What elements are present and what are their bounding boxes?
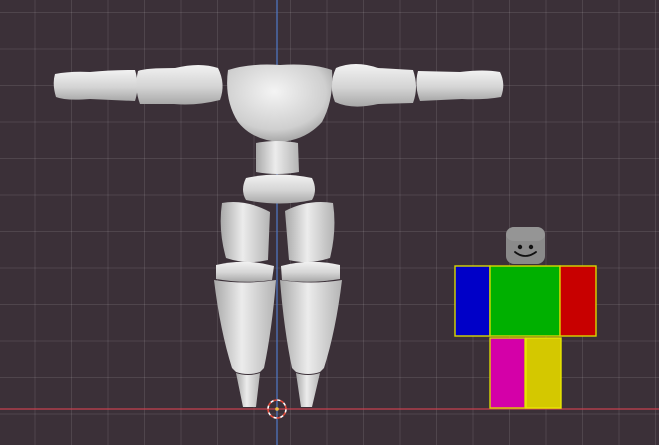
avatar-right-arm[interactable] bbox=[559, 265, 597, 337]
roblox-avatar[interactable] bbox=[454, 227, 597, 409]
left-forearm[interactable] bbox=[53, 70, 138, 101]
mannequin[interactable] bbox=[53, 64, 504, 407]
right-foot bbox=[296, 373, 320, 407]
avatar-right-leg[interactable] bbox=[525, 337, 562, 409]
left-thigh[interactable] bbox=[220, 202, 270, 263]
left-shin[interactable] bbox=[214, 280, 276, 374]
scene-canvas bbox=[0, 0, 659, 445]
right-forearm[interactable] bbox=[416, 70, 504, 102]
left-knee bbox=[216, 261, 274, 282]
right-shin[interactable] bbox=[280, 280, 342, 374]
right-knee bbox=[281, 261, 340, 282]
right-upper-arm[interactable] bbox=[331, 64, 416, 107]
chest[interactable] bbox=[227, 64, 333, 142]
waist[interactable] bbox=[256, 141, 299, 174]
3d-viewport[interactable] bbox=[0, 0, 659, 445]
avatar-left-arm[interactable] bbox=[454, 265, 491, 337]
hips[interactable] bbox=[243, 174, 315, 204]
avatar-left-leg[interactable] bbox=[489, 337, 526, 409]
avatar-torso[interactable] bbox=[489, 265, 561, 337]
left-upper-arm[interactable] bbox=[136, 65, 223, 105]
left-foot bbox=[236, 373, 260, 407]
right-thigh[interactable] bbox=[285, 202, 335, 263]
